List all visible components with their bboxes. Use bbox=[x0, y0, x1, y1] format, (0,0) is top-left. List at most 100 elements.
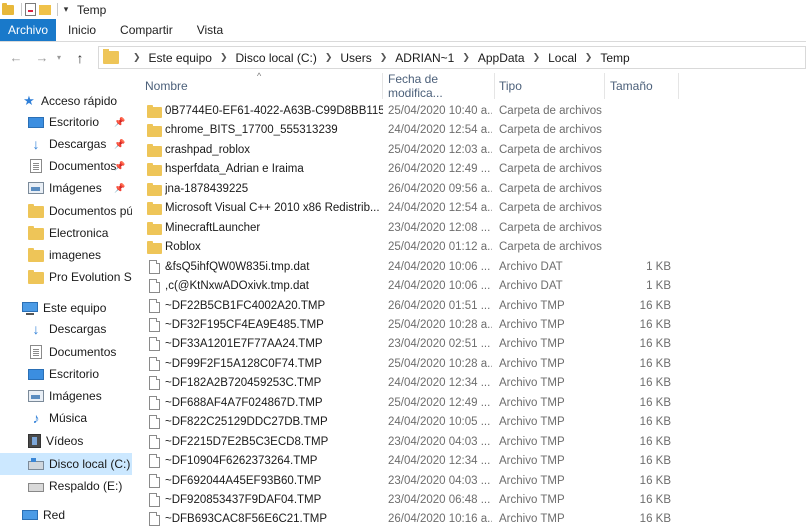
table-row[interactable]: ~DF692044A45EF93B60.TMP 23/04/2020 04:03 … bbox=[144, 472, 806, 491]
chevron-right-icon[interactable]: ❯ bbox=[533, 52, 541, 63]
sidebar-item-red[interactable]: Red bbox=[0, 504, 132, 526]
new-folder-icon[interactable] bbox=[39, 4, 51, 15]
table-row[interactable]: ~DF10904F6262373264.TMP 24/04/2020 12:34 … bbox=[144, 452, 806, 471]
sidebar-item-documentos-pc[interactable]: Documentos bbox=[0, 341, 132, 363]
table-row[interactable]: ~DF99F2F15A128C0F74.TMP 25/04/2020 10:28 … bbox=[144, 355, 806, 374]
chevron-right-icon[interactable]: ❯ bbox=[325, 52, 333, 63]
sidebar-item-documentos[interactable]: Documentos 📌 bbox=[0, 155, 132, 177]
sidebar-item-escritorio[interactable]: Escritorio 📌 bbox=[0, 111, 132, 133]
forward-arrow-icon[interactable]: → bbox=[32, 48, 52, 68]
file-name: ~DF10904F6262373264.TMP bbox=[165, 455, 318, 468]
sidebar-item-respaldo[interactable]: Respaldo (E:) bbox=[0, 475, 132, 497]
sidebar-item-electronica[interactable]: Electronica bbox=[0, 222, 132, 244]
sidebar-item-acceso-rapido[interactable]: ★ Acceso rápido bbox=[0, 90, 132, 112]
column-divider[interactable] bbox=[382, 73, 383, 99]
sidebar-item-imagenes[interactable]: Imágenes 📌 bbox=[0, 177, 132, 199]
file-size bbox=[609, 141, 671, 160]
chevron-right-icon[interactable]: ❯ bbox=[462, 52, 470, 63]
up-arrow-icon[interactable]: ↑ bbox=[70, 48, 90, 68]
breadcrumb-este-equipo[interactable]: Este equipo bbox=[149, 51, 212, 65]
table-row[interactable]: ~DF22B5CB1FC4002A20.TMP 26/04/2020 01:51 … bbox=[144, 297, 806, 316]
back-arrow-icon[interactable]: ← bbox=[6, 48, 26, 68]
pin-icon: 📌 bbox=[114, 182, 126, 193]
table-row[interactable]: MinecraftLauncher 23/04/2020 12:08 ... Car… bbox=[144, 219, 806, 238]
column-divider[interactable] bbox=[604, 73, 605, 99]
table-row[interactable]: 0B7744E0-EF61-4022-A63B-C99D8BB1157F 25/0… bbox=[144, 102, 806, 121]
breadcrumb-disco-local[interactable]: Disco local (C:) bbox=[235, 51, 316, 65]
chevron-down-icon[interactable]: ▾ bbox=[54, 48, 64, 68]
file-icon bbox=[149, 434, 160, 449]
sidebar-item-label: Imágenes bbox=[49, 181, 102, 195]
file-icon bbox=[149, 493, 160, 507]
properties-icon[interactable] bbox=[25, 3, 36, 16]
column-divider[interactable] bbox=[494, 73, 495, 99]
column-header-date[interactable]: Fecha de modifica... bbox=[388, 72, 494, 100]
sidebar-item-documentos-publicos[interactable]: Documentos pú bbox=[0, 200, 132, 222]
tab-inicio[interactable]: Inicio bbox=[56, 19, 108, 41]
tab-vista[interactable]: Vista bbox=[185, 19, 235, 41]
sidebar-item-imagenes-folder[interactable]: imagenes bbox=[0, 244, 132, 266]
file-size: 16 KB bbox=[639, 513, 671, 526]
breadcrumb-appdata[interactable]: AppData bbox=[478, 51, 525, 65]
navigation-pane-scrollbar[interactable] bbox=[132, 73, 144, 531]
tab-archivo[interactable]: Archivo bbox=[0, 19, 57, 41]
disk-icon bbox=[28, 457, 44, 470]
sidebar-item-descargas-pc[interactable]: ↓ Descargas bbox=[0, 318, 132, 340]
file-icon bbox=[149, 512, 160, 527]
sidebar-item-este-equipo[interactable]: Este equipo bbox=[0, 297, 132, 319]
chevron-right-icon[interactable]: ❯ bbox=[380, 52, 388, 63]
column-header-name[interactable]: Nombre bbox=[145, 73, 383, 99]
table-row[interactable]: ,c(@KtNxwADOxivk.tmp.dat 24/04/2020 10:06… bbox=[144, 277, 806, 296]
sidebar-item-escritorio-pc[interactable]: Escritorio bbox=[0, 363, 132, 385]
sidebar-item-label: imagenes bbox=[49, 248, 102, 262]
sidebar-item-label: Imágenes bbox=[49, 389, 102, 403]
chevron-right-icon[interactable]: ❯ bbox=[585, 52, 593, 63]
sidebar-item-musica[interactable]: ♪ Música bbox=[0, 407, 132, 429]
breadcrumb-adrian[interactable]: ADRIAN~1 bbox=[395, 51, 454, 65]
breadcrumb-users[interactable]: Users bbox=[340, 51, 371, 65]
sidebar-item-disco-local[interactable]: Disco local (C:) bbox=[0, 453, 132, 475]
table-row[interactable]: Roblox 25/04/2020 01:12 a... Carpeta de ar… bbox=[144, 238, 806, 257]
table-row[interactable]: ~DF32F195CF4EA9E485.TMP 25/04/2020 10:28 … bbox=[144, 316, 806, 335]
file-name: ~DF2215D7E2B5C3ECD8.TMP bbox=[165, 435, 329, 448]
table-row[interactable]: chrome_BITS_17700_555313239 24/04/2020 12… bbox=[144, 121, 806, 140]
file-type: Archivo DAT bbox=[499, 280, 563, 293]
file-date: 26/04/2020 09:56 a... bbox=[388, 182, 492, 195]
breadcrumb-temp[interactable]: Temp bbox=[600, 51, 629, 65]
breadcrumb-local[interactable]: Local bbox=[548, 51, 577, 65]
pin-icon: 📌 bbox=[114, 116, 126, 127]
tab-compartir[interactable]: Compartir bbox=[108, 19, 185, 41]
table-row[interactable]: ~DF2215D7E2B5C3ECD8.TMP 23/04/2020 04:03 … bbox=[144, 433, 806, 452]
table-row[interactable]: ~DF182A2B720459253C.TMP 24/04/2020 12:34 … bbox=[144, 374, 806, 393]
file-icon bbox=[149, 454, 160, 469]
toolbar-divider bbox=[57, 3, 58, 16]
table-row[interactable]: jna-1878439225 26/04/2020 09:56 a... Carpe… bbox=[144, 180, 806, 199]
column-header-type[interactable]: Tipo bbox=[499, 73, 609, 99]
file-type: Archivo DAT bbox=[499, 260, 563, 273]
chevron-right-icon[interactable]: ❯ bbox=[133, 52, 141, 63]
table-row[interactable]: &fsQ5ihfQW0W835i.tmp.dat 24/04/2020 10:06… bbox=[144, 258, 806, 277]
table-row[interactable]: ~DF920853437F9DAF04.TMP 23/04/2020 06:48 … bbox=[144, 491, 806, 510]
column-header-size[interactable]: Tamaño bbox=[610, 73, 680, 99]
sidebar-item-pro-evolution[interactable]: Pro Evolution Sc bbox=[0, 266, 132, 288]
file-date: 25/04/2020 12:03 a... bbox=[388, 143, 492, 156]
table-row[interactable]: ~DF822C25129DDC27DB.TMP 24/04/2020 10:05 … bbox=[144, 413, 806, 432]
file-type: Archivo TMP bbox=[499, 416, 565, 429]
table-row[interactable]: ~DFB693CAC8F56E6C21.TMP 26/04/2020 10:16 … bbox=[144, 510, 806, 529]
file-date: 23/04/2020 06:48 ... bbox=[388, 494, 491, 506]
customize-dropdown-icon[interactable]: ▾ bbox=[61, 4, 71, 15]
table-row[interactable]: ~DF688AF4A7F024867D.TMP 25/04/2020 12:49 … bbox=[144, 394, 806, 413]
table-row[interactable]: Microsoft Visual C++ 2010 x86 Redistrib.… bbox=[144, 199, 806, 218]
file-type: Archivo TMP bbox=[499, 474, 565, 487]
sidebar-item-descargas[interactable]: ↓ Descargas 📌 bbox=[0, 133, 132, 155]
table-row[interactable]: crashpad_roblox 25/04/2020 12:03 a... Carp… bbox=[144, 141, 806, 160]
sidebar-item-imagenes-pc[interactable]: Imágenes bbox=[0, 385, 132, 407]
file-icon bbox=[149, 415, 160, 430]
table-row[interactable]: ~DF33A1201E7F77AA24.TMP 23/04/2020 02:51 … bbox=[144, 335, 806, 354]
sidebar-item-videos[interactable]: Vídeos bbox=[0, 430, 132, 452]
column-divider[interactable] bbox=[678, 73, 679, 99]
address-bar[interactable]: ❯ Este equipo ❯ Disco local (C:) ❯ Users… bbox=[98, 46, 806, 69]
sidebar-item-label: Música bbox=[49, 411, 88, 425]
chevron-right-icon[interactable]: ❯ bbox=[220, 52, 228, 63]
table-row[interactable]: hsperfdata_Adrian e Iraima 26/04/2020 12:… bbox=[144, 160, 806, 179]
